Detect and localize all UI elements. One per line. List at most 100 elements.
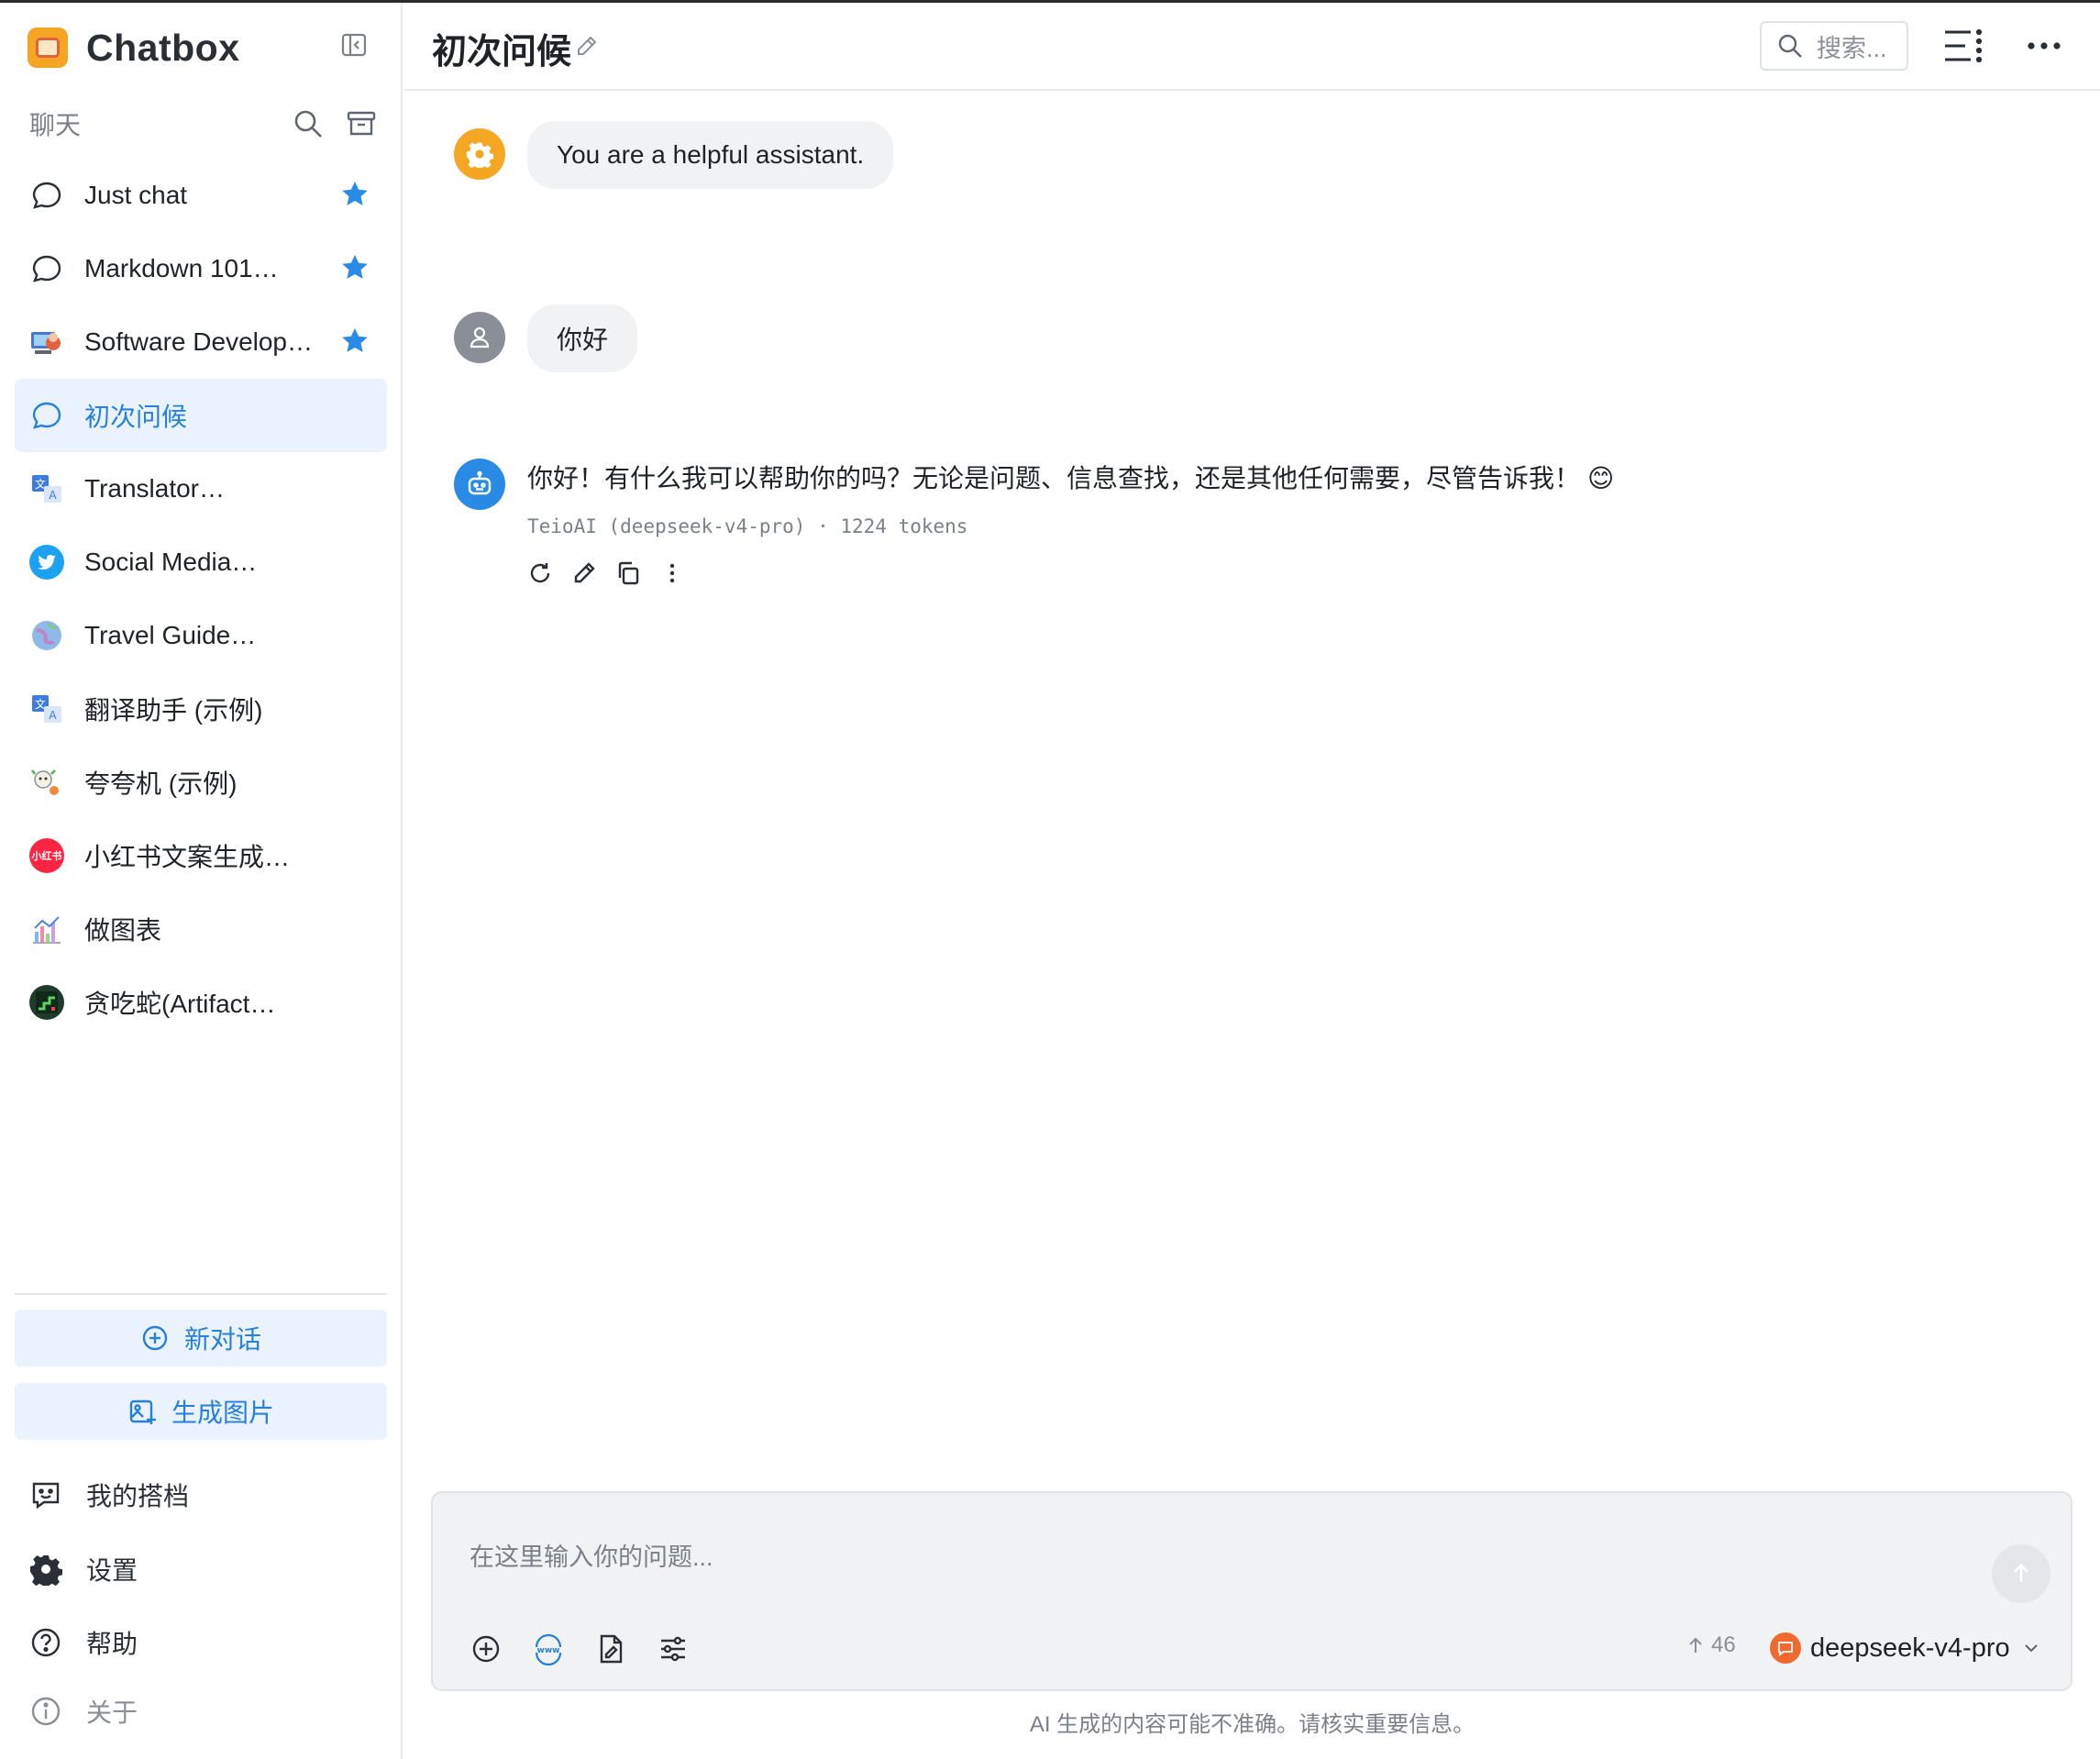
plus-circle-icon [142,1325,168,1351]
session-item-make-chart[interactable]: 做图表 [15,892,387,966]
regenerate-button[interactable] [526,556,554,591]
session-item-translate-assistant[interactable]: 文A 翻译助手 (示例) [15,672,387,746]
developer-avatar-icon [29,325,64,360]
user-avatar [454,312,505,363]
arrow-up-icon [2014,1564,2028,1582]
search-icon [1778,34,1802,58]
more-vertical-icon [669,563,675,583]
toc-list-icon[interactable] [1941,27,1984,65]
message-input[interactable]: 在这里输入你的问题... [470,1537,713,1573]
session-label: Social Media… [84,548,258,576]
web-browsing-icon[interactable]: www [532,1632,565,1665]
message-more-button[interactable] [658,556,686,591]
session-item-travel-guide[interactable]: Travel Guide… [15,599,387,672]
ai-disclaimer: AI 生成的内容可能不准确。请核实重要信息。 [1029,1712,1476,1737]
help-link[interactable]: 帮助 [29,1620,138,1665]
token-count: 46 [1686,1632,1736,1658]
model-provider-icon [1770,1632,1801,1664]
app-name: Chatbox [86,26,240,69]
gear-icon [30,1555,62,1586]
copilot-face-icon [32,1482,60,1510]
system-avatar [454,128,505,180]
help-circle-icon [31,1628,61,1657]
session-item-translator[interactable]: 文A Translator… [15,452,387,525]
session-item-first-greeting[interactable]: 初次问候 [15,379,387,452]
user-icon [470,326,490,348]
session-label: Just chat [84,181,188,209]
generate-image-button[interactable]: 生成图片 [15,1383,387,1440]
session-item-markdown-101[interactable]: Markdown 101… [15,232,387,305]
collapse-sidebar-icon[interactable] [339,30,369,60]
about-link[interactable]: 关于 [29,1688,138,1734]
model-selector[interactable]: deepseek-v4-pro [1770,1627,2041,1669]
more-options-icon[interactable] [2024,30,2064,61]
session-label: 初次问候 [84,403,188,431]
message-actions [526,556,686,591]
assistant-avatar [454,459,505,510]
session-label: 小红书文案生成… [84,843,291,871]
edit-title-icon[interactable] [575,34,599,58]
send-button[interactable] [1992,1544,2050,1603]
image-plus-icon [129,1399,156,1424]
star-icon[interactable] [339,252,370,283]
model-name: deepseek-v4-pro [1810,1632,2010,1663]
info-circle-icon [31,1697,61,1726]
user-message: 你好 [527,304,638,372]
settings-label: 设置 [86,1556,138,1585]
session-label: 翻译助手 (示例) [84,696,263,725]
new-chat-label: 新对话 [183,1325,261,1354]
sidebar-divider [15,1293,387,1295]
gear-icon [466,142,493,168]
help-label: 帮助 [86,1630,138,1658]
copy-icon [618,561,639,585]
svg-text:A: A [49,709,57,722]
chatbox-logo-icon [28,28,68,68]
session-item-snake-game[interactable]: 贪吃蛇(Artifact… [15,966,387,1039]
search-button[interactable]: 搜索... [1760,21,1908,71]
message-input-box[interactable]: 在这里输入你的问题... www 46 deepseek-v4-pro [431,1491,2072,1691]
avatar-text: 小红书 [31,851,62,862]
session-item-praise-bot[interactable]: 夸夸机 (示例) [15,746,387,819]
session-item-social-media[interactable]: Social Media… [15,525,387,599]
chart-avatar-icon [29,912,64,946]
archive-icon[interactable] [345,107,378,140]
chevron-down-icon [2024,1644,2038,1653]
translate-avatar-icon: 文A [29,691,64,726]
session-label: Markdown 101… [84,254,279,282]
system-message: You are a helpful assistant. [527,121,894,189]
refresh-icon [530,563,550,583]
star-icon[interactable] [339,179,370,210]
assistant-message-text: 你好！有什么我可以帮助你的吗？无论是问题、信息查找，还是其他任何需要，尽管告诉我… [527,464,1581,492]
my-copilots-link[interactable]: 我的搭档 [29,1472,189,1518]
brand: Chatbox [28,25,240,71]
session-label: Translator… [84,474,226,503]
session-label: 夸夸机 (示例) [84,769,238,798]
edit-message-button[interactable] [570,556,598,591]
assistant-meta: TeioAI (deepseek-v4-pro) · 1224 tokens [527,515,968,537]
globe-avatar-icon [29,618,64,653]
search-placeholder: 搜索... [1817,34,1887,62]
translate-avatar-icon: 文A [29,471,64,506]
about-label: 关于 [86,1698,138,1727]
session-item-just-chat[interactable]: Just chat [15,159,387,232]
star-icon[interactable] [339,326,370,357]
settings-sliders-icon[interactable] [657,1632,690,1665]
session-item-xiaohongshu[interactable]: 小红书 小红书文案生成… [15,819,387,892]
session-item-software-developer[interactable]: Software Develop… [15,305,387,379]
copy-message-button[interactable] [614,556,642,591]
new-chat-button[interactable]: 新对话 [15,1310,387,1366]
robot-icon [468,470,492,495]
search-icon[interactable] [292,107,325,140]
attach-plus-icon[interactable] [470,1632,503,1665]
session-label: 做图表 [84,916,162,945]
page-title: 初次问候 [432,33,572,72]
chat-bubble-icon [29,251,64,286]
twitter-avatar-icon [29,545,64,580]
attach-file-icon[interactable] [594,1632,627,1665]
settings-link[interactable]: 设置 [29,1546,138,1592]
chat-bubble-icon [29,398,64,433]
pencil-icon [574,562,595,583]
smile-emoji: 😊 [1587,464,1615,492]
token-count-value: 46 [1711,1632,1736,1657]
section-title: 聊天 [29,111,82,139]
